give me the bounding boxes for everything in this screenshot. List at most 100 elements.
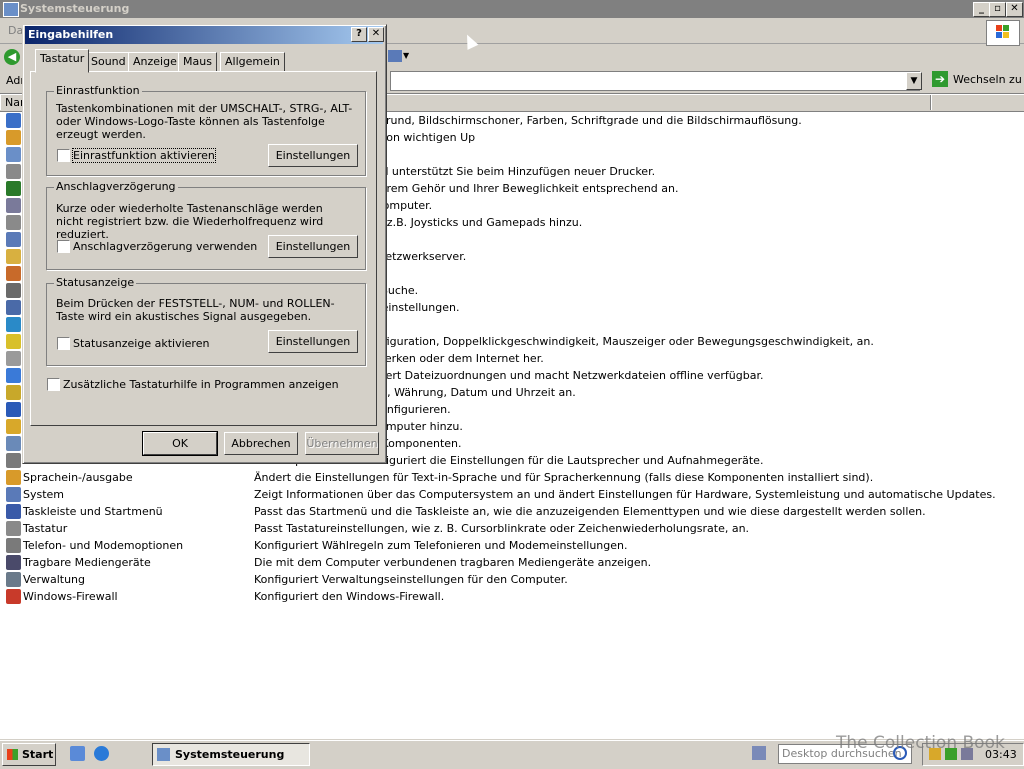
list-item[interactable]: Verwaltung Konfiguriert Verwaltungseinste… (0, 571, 1024, 588)
control-panel-item-icon (6, 130, 21, 145)
control-panel-item-icon (6, 555, 21, 570)
dialog-title: Eingabehilfen (28, 28, 114, 41)
address-dropdown-icon[interactable]: ▼ (906, 72, 922, 90)
control-panel-item-icon (6, 317, 21, 332)
control-panel-item-icon (6, 419, 21, 434)
control-panel-item-icon (6, 181, 21, 196)
item-name: System (23, 488, 65, 501)
item-description: Konfiguriert Wählregeln zum Telefonieren… (254, 539, 628, 552)
item-description: Konfiguriert den Windows-Firewall. (254, 590, 445, 603)
item-description: Ändert die Einstellungen für Text-in-Spr… (254, 471, 874, 484)
control-panel-item-icon (6, 113, 21, 128)
list-item[interactable]: Tragbare Mediengeräte Die mit dem Compute… (0, 554, 1024, 571)
sticky-keys-description: Tastenkombinationen mit der UMSCHALT-, S… (56, 102, 353, 141)
close-button[interactable]: ✕ (1006, 2, 1023, 17)
windows-flag-icon (7, 749, 18, 760)
item-name: Windows-Firewall (23, 590, 118, 603)
tab-allgemein[interactable]: Allgemein (220, 52, 285, 72)
control-panel-item-icon (6, 402, 21, 417)
taskbar-button-label: Systemsteuerung (175, 748, 285, 761)
control-panel-item-icon (6, 198, 21, 213)
control-panel-item-icon (6, 385, 21, 400)
apply-button[interactable]: Übernehmen (305, 432, 379, 455)
item-description: Konfiguriert Verwaltungseinstellungen fü… (254, 573, 568, 586)
control-panel-item-icon (6, 589, 21, 604)
control-panel-app-icon (3, 2, 19, 17)
list-item[interactable]: Tastatur Passt Tastatureinstellungen, wie… (0, 520, 1024, 537)
extra-keyboard-help-label[interactable]: Zusätzliche Tastaturhilfe in Programmen … (63, 378, 339, 391)
quicklaunch-desktop-icon[interactable] (70, 746, 85, 761)
main-title-bar[interactable]: Systemsteuerung _ ▫ ✕ (0, 0, 1024, 18)
go-button-label[interactable]: Wechseln zu (953, 73, 1022, 86)
go-arrow-icon[interactable]: ➔ (932, 71, 948, 87)
back-icon[interactable]: ◀ (4, 49, 20, 65)
dialog-close-button[interactable]: ✕ (368, 27, 384, 42)
ok-button[interactable]: OK (142, 431, 218, 456)
item-description: Passt Tastatureinstellungen, wie z. B. C… (254, 522, 750, 535)
control-panel-item-icon (6, 521, 21, 536)
views-icon[interactable] (388, 50, 402, 62)
control-panel-icon (157, 748, 170, 761)
filter-keys-checkbox-label[interactable]: Anschlagverzögerung verwenden (73, 240, 257, 253)
control-panel-item-icon (6, 538, 21, 553)
list-item[interactable]: Telefon- und Modemoptionen Konfiguriert W… (0, 537, 1024, 554)
item-description: Die mit dem Computer verbundenen tragbar… (254, 556, 652, 569)
control-panel-item-icon (6, 249, 21, 264)
taskbar-button-systemsteuerung[interactable]: Systemsteuerung (152, 743, 310, 766)
column-extra[interactable] (931, 95, 1024, 110)
toggle-keys-settings-button[interactable]: Einstellungen (268, 330, 358, 353)
minimize-button[interactable]: _ (973, 2, 990, 17)
tab-anzeige[interactable]: Anzeige (128, 52, 182, 72)
quicklaunch-ie-icon[interactable] (94, 746, 109, 761)
control-panel-item-icon (6, 487, 21, 502)
sticky-keys-checkbox[interactable] (57, 149, 70, 162)
main-window-title: Systemsteuerung (20, 2, 130, 15)
tab-tastatur[interactable]: Tastatur (35, 49, 90, 73)
address-input[interactable] (390, 71, 920, 91)
toggle-keys-checkbox-label[interactable]: Statusanzeige aktivieren (73, 337, 209, 350)
network-tray-icon[interactable] (752, 746, 766, 760)
sticky-keys-settings-button[interactable]: Einstellungen (268, 144, 358, 167)
filter-keys-legend: Anschlagverzögerung (54, 180, 178, 193)
extra-keyboard-help-checkbox[interactable] (47, 378, 60, 391)
toggle-keys-checkbox[interactable] (57, 337, 70, 350)
control-panel-item-icon (6, 368, 21, 383)
item-name: Telefon- und Modemoptionen (23, 539, 184, 552)
filter-keys-settings-button[interactable]: Einstellungen (268, 235, 358, 258)
menu-file[interactable]: Da (8, 24, 23, 37)
maximize-button[interactable]: ▫ (989, 2, 1006, 17)
cancel-button[interactable]: Abbrechen (224, 432, 298, 455)
control-panel-item-icon (6, 147, 21, 162)
item-name: Tastatur (23, 522, 68, 535)
control-panel-item-icon (6, 283, 21, 298)
control-panel-item-icon (6, 300, 21, 315)
control-panel-item-icon (6, 351, 21, 366)
list-item[interactable]: Sprachein-/ausgabe Ändert die Einstellung… (0, 469, 1024, 486)
list-item[interactable]: Taskleiste und Startmenü Passt das Startm… (0, 503, 1024, 520)
item-name: Sprachein-/ausgabe (23, 471, 133, 484)
control-panel-item-icon (6, 334, 21, 349)
start-label: Start (22, 748, 54, 761)
tab-maus[interactable]: Maus (178, 52, 217, 72)
item-name: Verwaltung (23, 573, 85, 586)
toggle-keys-description: Beim Drücken der FESTSTELL-, NUM- und RO… (56, 297, 335, 323)
filter-keys-checkbox[interactable] (57, 240, 70, 253)
list-item[interactable]: Windows-Firewall Konfiguriert den Windows… (0, 588, 1024, 605)
sticky-keys-checkbox-label[interactable]: Einrastfunktion aktivieren (72, 148, 216, 163)
sticky-keys-legend: Einrastfunktion (54, 84, 142, 97)
start-button[interactable]: Start (2, 743, 56, 766)
views-dropdown-icon[interactable]: ▼ (403, 51, 409, 60)
control-panel-item-icon (6, 470, 21, 485)
tab-sound[interactable]: Sound (86, 52, 131, 72)
control-panel-item-icon (6, 215, 21, 230)
control-panel-item-icon (6, 232, 21, 247)
item-name: Tragbare Mediengeräte (23, 556, 151, 569)
dialog-title-bar[interactable]: Eingabehilfen ? ✕ (25, 26, 384, 44)
item-name: Taskleiste und Startmenü (23, 505, 163, 518)
control-panel-item-icon (6, 572, 21, 587)
help-button[interactable]: ? (351, 27, 367, 42)
control-panel-item-icon (6, 164, 21, 179)
toggle-keys-legend: Statusanzeige (54, 276, 137, 289)
item-description: Passt das Startmenü und die Taskleiste a… (254, 505, 926, 518)
list-item[interactable]: System Zeigt Informationen über das Compu… (0, 486, 1024, 503)
